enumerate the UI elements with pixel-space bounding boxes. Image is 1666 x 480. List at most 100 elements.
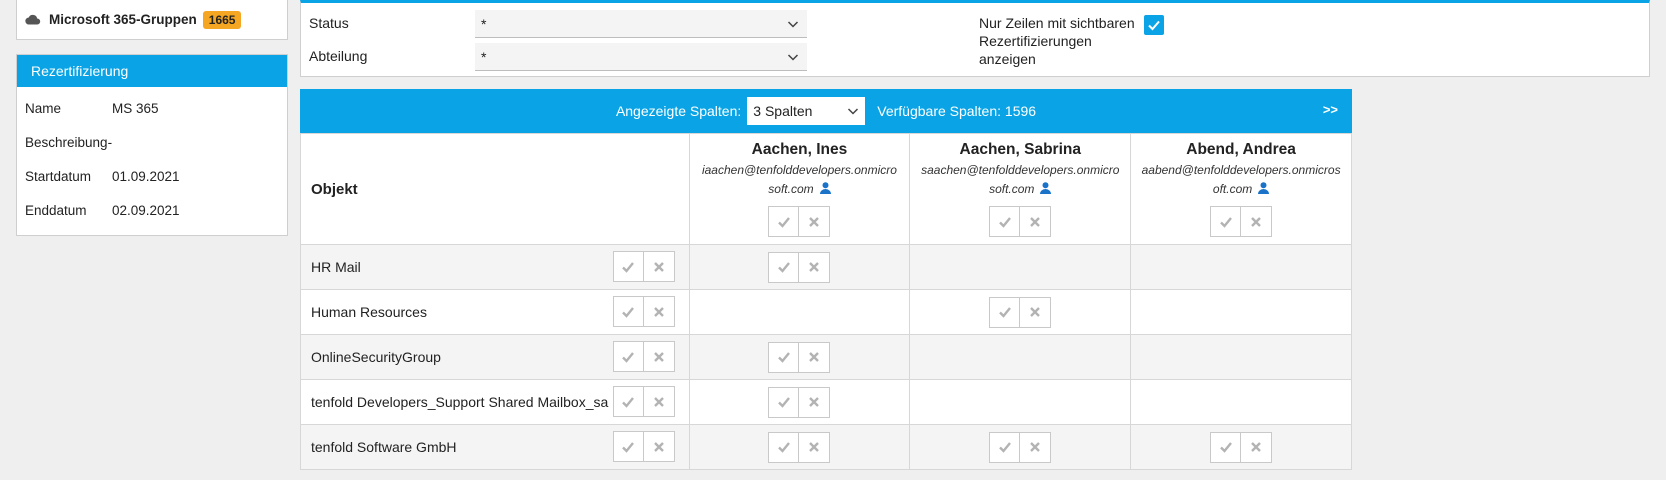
approve-button[interactable] — [989, 206, 1021, 237]
left-column: Microsoft 365-Gruppen 1665 Rezertifizier… — [16, 0, 288, 236]
approve-reject-buttons — [612, 386, 675, 417]
recertification-grid: Angezeigte Spalten: 3 Spalten Verfügbare… — [300, 89, 1352, 470]
reject-button[interactable] — [643, 251, 675, 282]
approve-reject-buttons — [768, 341, 831, 373]
user-email: saachen@tenfolddevelopers.onmicro soft.co… — [910, 161, 1130, 200]
approve-button[interactable] — [612, 296, 644, 327]
approve-reject-buttons — [768, 206, 831, 237]
approve-button[interactable] — [612, 386, 644, 417]
recertification-header: Rezertifizierung — [17, 55, 287, 87]
visible-rows-only-label: Nur Zeilen mit sichtbaren Rezertifizieru… — [979, 15, 1135, 67]
object-cell: HR Mail — [300, 244, 690, 290]
close-icon — [1250, 441, 1262, 453]
reject-button[interactable] — [1020, 296, 1052, 328]
approve-button[interactable] — [768, 341, 800, 373]
info-row-description: Beschreibung - — [25, 125, 287, 159]
approve-reject-buttons — [612, 341, 675, 372]
approve-reject-buttons — [612, 431, 675, 462]
reject-button[interactable] — [643, 431, 675, 462]
check-icon — [777, 260, 791, 274]
reject-button[interactable] — [643, 386, 675, 417]
status-select[interactable]: * — [475, 10, 807, 38]
recertification-panel: Rezertifizierung Name MS 365 Beschreibun… — [16, 54, 288, 236]
person-icon[interactable] — [819, 181, 831, 200]
user-cell — [1130, 379, 1352, 425]
checkmark-icon — [1148, 20, 1160, 31]
check-icon — [998, 305, 1012, 319]
status-select-value: * — [481, 16, 487, 32]
user-cell — [1130, 289, 1352, 335]
shown-columns-value: 3 Spalten — [753, 103, 813, 119]
approve-button[interactable] — [768, 386, 800, 418]
approve-button[interactable] — [612, 341, 644, 372]
object-name: OnlineSecurityGroup — [311, 349, 441, 365]
approve-button[interactable] — [768, 251, 800, 283]
person-icon[interactable] — [1040, 181, 1052, 200]
close-icon — [1029, 216, 1041, 228]
approve-button[interactable] — [989, 431, 1021, 463]
user-cell — [909, 334, 1132, 380]
abteilung-select[interactable]: * — [475, 43, 807, 71]
object-cell: tenfold Developers_Support Shared Mailbo… — [300, 379, 690, 425]
reject-button[interactable] — [1020, 206, 1052, 237]
check-icon — [621, 440, 635, 454]
visible-rows-only-checkbox[interactable] — [1144, 15, 1164, 35]
close-icon — [1029, 441, 1041, 453]
info-label: Startdatum — [25, 168, 92, 184]
user-cell — [688, 334, 911, 380]
user-column-header: Aachen, Sabrina saachen@tenfolddevelopers… — [909, 133, 1132, 245]
check-icon — [1219, 440, 1233, 454]
reject-button[interactable] — [643, 296, 675, 327]
reject-button[interactable] — [1241, 431, 1273, 463]
close-icon — [808, 396, 820, 408]
reject-button[interactable] — [799, 206, 831, 237]
reject-button[interactable] — [799, 386, 831, 418]
object-name: Human Resources — [311, 304, 427, 320]
person-icon[interactable] — [1258, 181, 1270, 200]
check-icon — [777, 215, 791, 229]
user-email-line: aabend@tenfolddevelopers.onmicros — [1141, 163, 1341, 177]
reject-button[interactable] — [799, 431, 831, 463]
reject-button[interactable] — [1020, 431, 1052, 463]
approve-button[interactable] — [612, 431, 644, 462]
check-icon — [777, 350, 791, 364]
user-name: Aachen, Ines — [751, 141, 848, 158]
chevron-down-icon — [787, 54, 799, 61]
reject-button[interactable] — [799, 341, 831, 373]
approve-reject-buttons — [989, 296, 1052, 328]
reject-button[interactable] — [799, 251, 831, 283]
next-columns-link[interactable]: >> — [1323, 102, 1338, 117]
approve-reject-buttons — [768, 431, 831, 463]
check-icon — [777, 395, 791, 409]
approve-reject-buttons — [768, 251, 831, 283]
approve-button[interactable] — [989, 296, 1021, 328]
object-name: tenfold Software GmbH — [311, 439, 457, 455]
user-email-line: oft.com — [1212, 182, 1253, 196]
user-email-line: iaachen@tenfolddevelopers.onmicro — [701, 163, 897, 177]
close-icon — [653, 306, 665, 318]
abteilung-select-value: * — [481, 49, 487, 65]
group-title: Microsoft 365-Gruppen — [49, 12, 197, 27]
approve-button[interactable] — [1210, 431, 1242, 463]
close-icon — [653, 396, 665, 408]
reject-button[interactable] — [643, 341, 675, 372]
check-icon — [1219, 215, 1233, 229]
approve-button[interactable] — [768, 206, 800, 237]
column-toolbar: Angezeigte Spalten: 3 Spalten Verfügbare… — [300, 89, 1352, 133]
filter-panel: Status * Abteilung * Nur Zeilen mit sich… — [300, 0, 1650, 77]
status-label: Status — [309, 15, 349, 31]
user-cell — [688, 289, 911, 335]
user-cell — [1130, 244, 1352, 290]
object-cell: Human Resources — [300, 289, 690, 335]
reject-button[interactable] — [1241, 206, 1273, 237]
check-icon — [998, 215, 1012, 229]
approve-button[interactable] — [768, 431, 800, 463]
table-row: OnlineSecurityGroup — [300, 334, 1352, 380]
shown-columns-select[interactable]: 3 Spalten — [747, 97, 866, 125]
object-name: tenfold Developers_Support Shared Mailbo… — [311, 394, 609, 410]
info-row-end-date: Enddatum 02.09.2021 — [25, 193, 287, 227]
group-card[interactable]: Microsoft 365-Gruppen 1665 — [16, 0, 288, 40]
approve-button[interactable] — [1210, 206, 1242, 237]
user-cell — [909, 424, 1132, 470]
approve-button[interactable] — [612, 251, 644, 282]
